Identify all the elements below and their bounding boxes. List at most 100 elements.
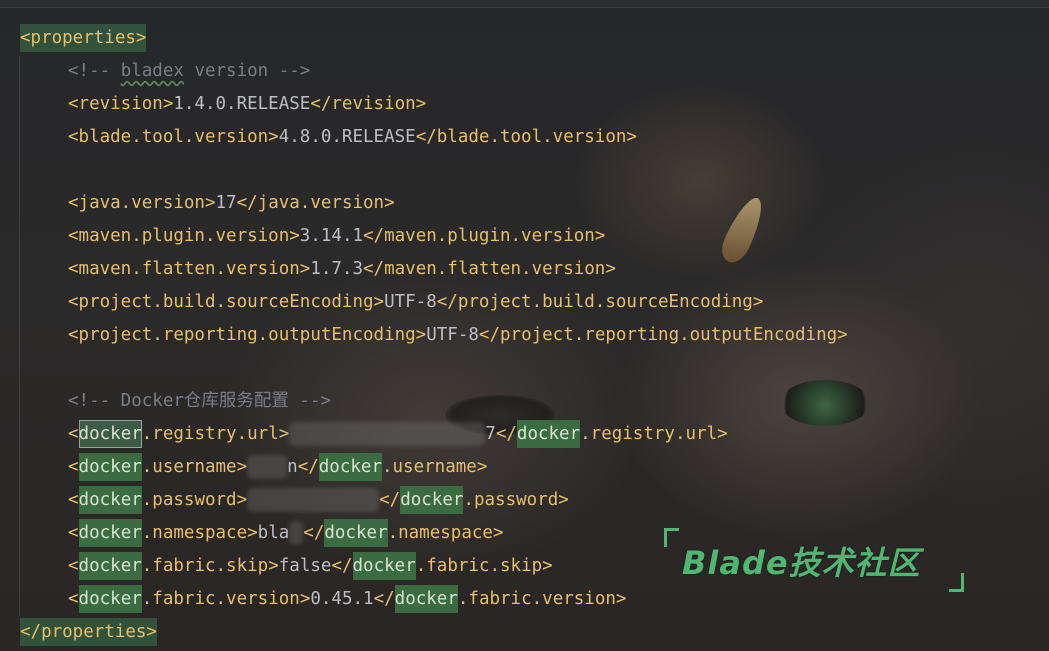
maven-flatten-close-tag: </maven.flatten.version> bbox=[363, 259, 616, 279]
fabric-version-value: 0.45.1 bbox=[310, 589, 374, 609]
docker-word-highlight: docker bbox=[78, 420, 142, 448]
docker-word-highlight: docker bbox=[78, 519, 142, 547]
watermark: Blade技术社区 bbox=[664, 528, 964, 592]
tag-bracket: </ bbox=[303, 523, 325, 543]
tag-bracket: > bbox=[542, 556, 553, 576]
docker-word-highlight: docker bbox=[78, 486, 142, 514]
tag-bracket: < bbox=[68, 424, 79, 444]
namespace-tag-rest: .namespace bbox=[141, 523, 248, 543]
code-line[interactable]: <project.reporting.outputEncoding>UTF-8<… bbox=[20, 319, 1049, 352]
docker-word-highlight: docker bbox=[78, 453, 142, 481]
watermark-bracket-close bbox=[949, 573, 964, 592]
blade-tool-open-tag: <blade.tool.version> bbox=[68, 127, 279, 147]
tag-bracket: > bbox=[299, 589, 311, 609]
code-line[interactable]: <docker.password> </docker.password> bbox=[20, 484, 1049, 517]
tag-bracket: > bbox=[476, 457, 488, 477]
redacted-value bbox=[247, 455, 288, 479]
code-line[interactable]: <java.version>17</java.version> bbox=[20, 187, 1049, 220]
properties-open-tag: <properties> bbox=[20, 24, 147, 52]
tag-bracket: > bbox=[247, 523, 258, 543]
docker-word-highlight: docker bbox=[78, 552, 142, 580]
tag-bracket: </ bbox=[495, 424, 517, 444]
code-line[interactable]: </properties> bbox=[20, 616, 1049, 649]
tag-bracket: < bbox=[68, 457, 79, 477]
docker-word-highlight: docker bbox=[78, 585, 142, 613]
code-line[interactable]: <!-- Docker仓库服务配置 --> bbox=[20, 385, 1049, 418]
code-line[interactable]: <docker.registry.url> 7</docker.registry.… bbox=[20, 418, 1049, 451]
username-tag-rest: .username bbox=[381, 457, 477, 477]
tag-bracket: > bbox=[278, 424, 290, 444]
code-line[interactable]: <blade.tool.version>4.8.0.RELEASE</blade… bbox=[20, 121, 1049, 154]
maven-flatten-value: 1.7.3 bbox=[310, 259, 364, 279]
editor-tab-strip bbox=[0, 0, 1049, 8]
watermark-text: Blade技术社区 bbox=[682, 544, 921, 582]
source-encoding-value: UTF-8 bbox=[384, 292, 437, 312]
redacted-value bbox=[247, 488, 380, 512]
docker-word-highlight: docker bbox=[394, 585, 458, 613]
properties-close-tag: </properties> bbox=[20, 618, 157, 646]
docker-word-highlight: docker bbox=[516, 420, 581, 448]
tag-bracket: > bbox=[558, 490, 569, 510]
tag-bracket: > bbox=[717, 424, 728, 444]
code-line-empty[interactable] bbox=[20, 352, 1049, 385]
tag-bracket: > bbox=[236, 457, 248, 477]
code-line[interactable]: <project.build.sourceEncoding>UTF-8</pro… bbox=[20, 286, 1049, 319]
java-value: 17 bbox=[215, 193, 237, 213]
redacted-value bbox=[289, 521, 304, 545]
tag-bracket: > bbox=[492, 523, 504, 543]
docker-word-highlight: docker bbox=[318, 453, 382, 481]
code-line-empty[interactable] bbox=[20, 154, 1049, 187]
docker-word-highlight: docker bbox=[324, 519, 388, 547]
tag-bracket: < bbox=[68, 490, 79, 510]
revision-close-tag: </revision> bbox=[310, 94, 427, 114]
docker-word-highlight: docker bbox=[352, 552, 416, 580]
source-encoding-open-tag: <project.build.sourceEncoding> bbox=[68, 292, 385, 312]
code-line[interactable]: <maven.plugin.version>3.14.1</maven.plug… bbox=[20, 220, 1049, 253]
code-line[interactable]: <docker.username> n</docker.username> bbox=[20, 451, 1049, 484]
maven-plugin-close-tag: </maven.plugin.version> bbox=[363, 226, 606, 246]
tag-bracket: < bbox=[68, 589, 79, 609]
fabric-skip-value: false bbox=[278, 556, 332, 576]
java-close-tag: </java.version> bbox=[236, 193, 395, 213]
code-line[interactable]: <revision>1.4.0.RELEASE</revision> bbox=[20, 88, 1049, 121]
comment-prefix: <!-- bbox=[68, 61, 121, 81]
redacted-value bbox=[289, 422, 486, 446]
code-line[interactable]: <properties> bbox=[20, 22, 1049, 55]
tag-bracket: < bbox=[68, 523, 79, 543]
username-tag-rest: .username bbox=[141, 457, 237, 477]
output-encoding-open-tag: <project.reporting.outputEncoding> bbox=[68, 325, 427, 345]
watermark-bracket-open bbox=[664, 528, 679, 547]
blade-tool-close-tag: </blade.tool.version> bbox=[415, 127, 637, 147]
blade-tool-value: 4.8.0.RELEASE bbox=[278, 127, 416, 147]
output-encoding-value: UTF-8 bbox=[426, 325, 479, 345]
password-tag-rest: .password bbox=[463, 490, 559, 510]
tag-bracket: < bbox=[68, 556, 79, 576]
code-line[interactable]: <!-- bladex version --> bbox=[20, 55, 1049, 88]
spellcheck-word: bladex bbox=[120, 61, 184, 81]
fabric-version-tag-rest: .fabric.version bbox=[141, 589, 300, 609]
namespace-tag-rest: .namespace bbox=[387, 523, 493, 543]
maven-flatten-open-tag: <maven.flatten.version> bbox=[68, 259, 311, 279]
namespace-value: bla bbox=[257, 523, 290, 543]
comment-suffix: version --> bbox=[183, 61, 311, 81]
maven-plugin-open-tag: <maven.plugin.version> bbox=[68, 226, 300, 246]
tag-bracket: </ bbox=[373, 589, 395, 609]
tag-bracket: > bbox=[236, 490, 248, 510]
java-open-tag: <java.version> bbox=[68, 193, 216, 213]
password-tag-rest: .password bbox=[141, 490, 237, 510]
maven-plugin-value: 3.14.1 bbox=[299, 226, 364, 246]
registry-tag-rest: .registry.url bbox=[141, 424, 279, 444]
code-line[interactable]: <maven.flatten.version>1.7.3</maven.flat… bbox=[20, 253, 1049, 286]
fabric-skip-tag-rest: .fabric.skip bbox=[141, 556, 269, 576]
docker-comment: <!-- Docker仓库服务配置 --> bbox=[68, 391, 332, 411]
tag-bracket: </ bbox=[331, 556, 353, 576]
source-encoding-close-tag: </project.build.sourceEncoding> bbox=[436, 292, 764, 312]
fabric-skip-tag-rest: .fabric.skip bbox=[415, 556, 543, 576]
revision-value: 1.4.0.RELEASE bbox=[173, 94, 311, 114]
registry-tag-rest: .registry.url bbox=[580, 424, 718, 444]
username-visible: n bbox=[287, 457, 298, 477]
registry-value-tail: 7 bbox=[485, 424, 496, 444]
fabric-version-tag-rest: .fabric.version bbox=[457, 589, 616, 609]
tag-bracket: > bbox=[615, 589, 627, 609]
tag-bracket: </ bbox=[297, 457, 319, 477]
